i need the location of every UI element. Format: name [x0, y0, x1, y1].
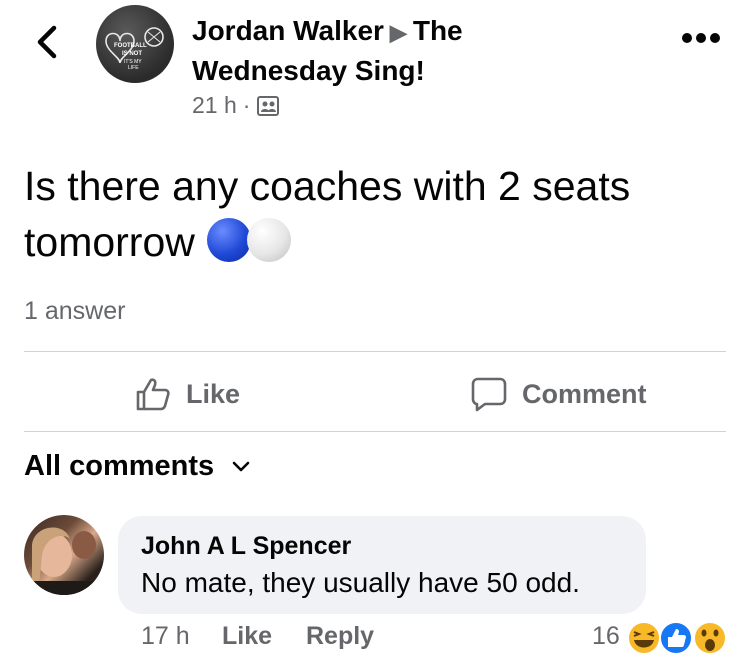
back-arrow-icon[interactable] [30, 22, 66, 62]
comment-filter-dropdown[interactable]: All comments [24, 450, 250, 483]
reaction-count[interactable]: 16 [592, 622, 620, 651]
comment-bubble-icon [471, 377, 507, 412]
svg-text:IS NOT: IS NOT [122, 51, 142, 57]
like-thumb-icon [136, 378, 170, 411]
comment-filter-label: All comments [24, 450, 215, 482]
haha-reaction-icon [627, 621, 661, 655]
white-circle-emoji-icon [246, 218, 291, 262]
comment-label: Comment [522, 378, 647, 409]
comment-button[interactable]: Comment [470, 372, 647, 416]
group-avatar[interactable]: FOOTBALL IS NOT IT'S MY LIFE [96, 5, 174, 83]
more-options-icon[interactable] [680, 30, 722, 46]
meta-separator: · [242, 92, 251, 118]
like-button[interactable]: Like [134, 372, 240, 416]
divider [24, 351, 726, 352]
post-header-title: Jordan Walker ▶ The Wednesday Sing! [192, 12, 612, 90]
author-name[interactable]: Jordan Walker [192, 15, 384, 46]
comment-like-button[interactable]: Like [222, 622, 272, 651]
comment-bubble [118, 516, 646, 614]
comment-author[interactable]: John A L Spencer [141, 532, 351, 561]
like-reaction-icon [659, 621, 693, 655]
comment-time[interactable]: 17 h [141, 622, 190, 651]
like-label: Like [186, 378, 241, 409]
wow-reaction-icon [693, 621, 727, 655]
post-time[interactable]: 21 h [192, 92, 237, 119]
post-text: Is there any coaches with 2 seats tomorr… [24, 163, 631, 265]
divider [24, 431, 726, 432]
reaction-icons[interactable] [626, 620, 730, 656]
chevron-down-icon [232, 461, 250, 471]
group-arrow-icon: ▶ [389, 20, 407, 45]
comment-reply-button[interactable]: Reply [306, 622, 374, 651]
answers-count[interactable]: 1 answer [24, 297, 125, 326]
comment-text: No mate, they usually have 50 odd. [141, 567, 580, 598]
svg-text:FOOTBALL: FOOTBALL [114, 43, 147, 49]
group-members-icon [257, 95, 280, 116]
post-meta: 21 h · [192, 92, 280, 119]
blue-circle-emoji-icon [206, 218, 251, 262]
svg-text:LIFE: LIFE [128, 65, 139, 71]
commenter-avatar[interactable] [24, 515, 104, 595]
